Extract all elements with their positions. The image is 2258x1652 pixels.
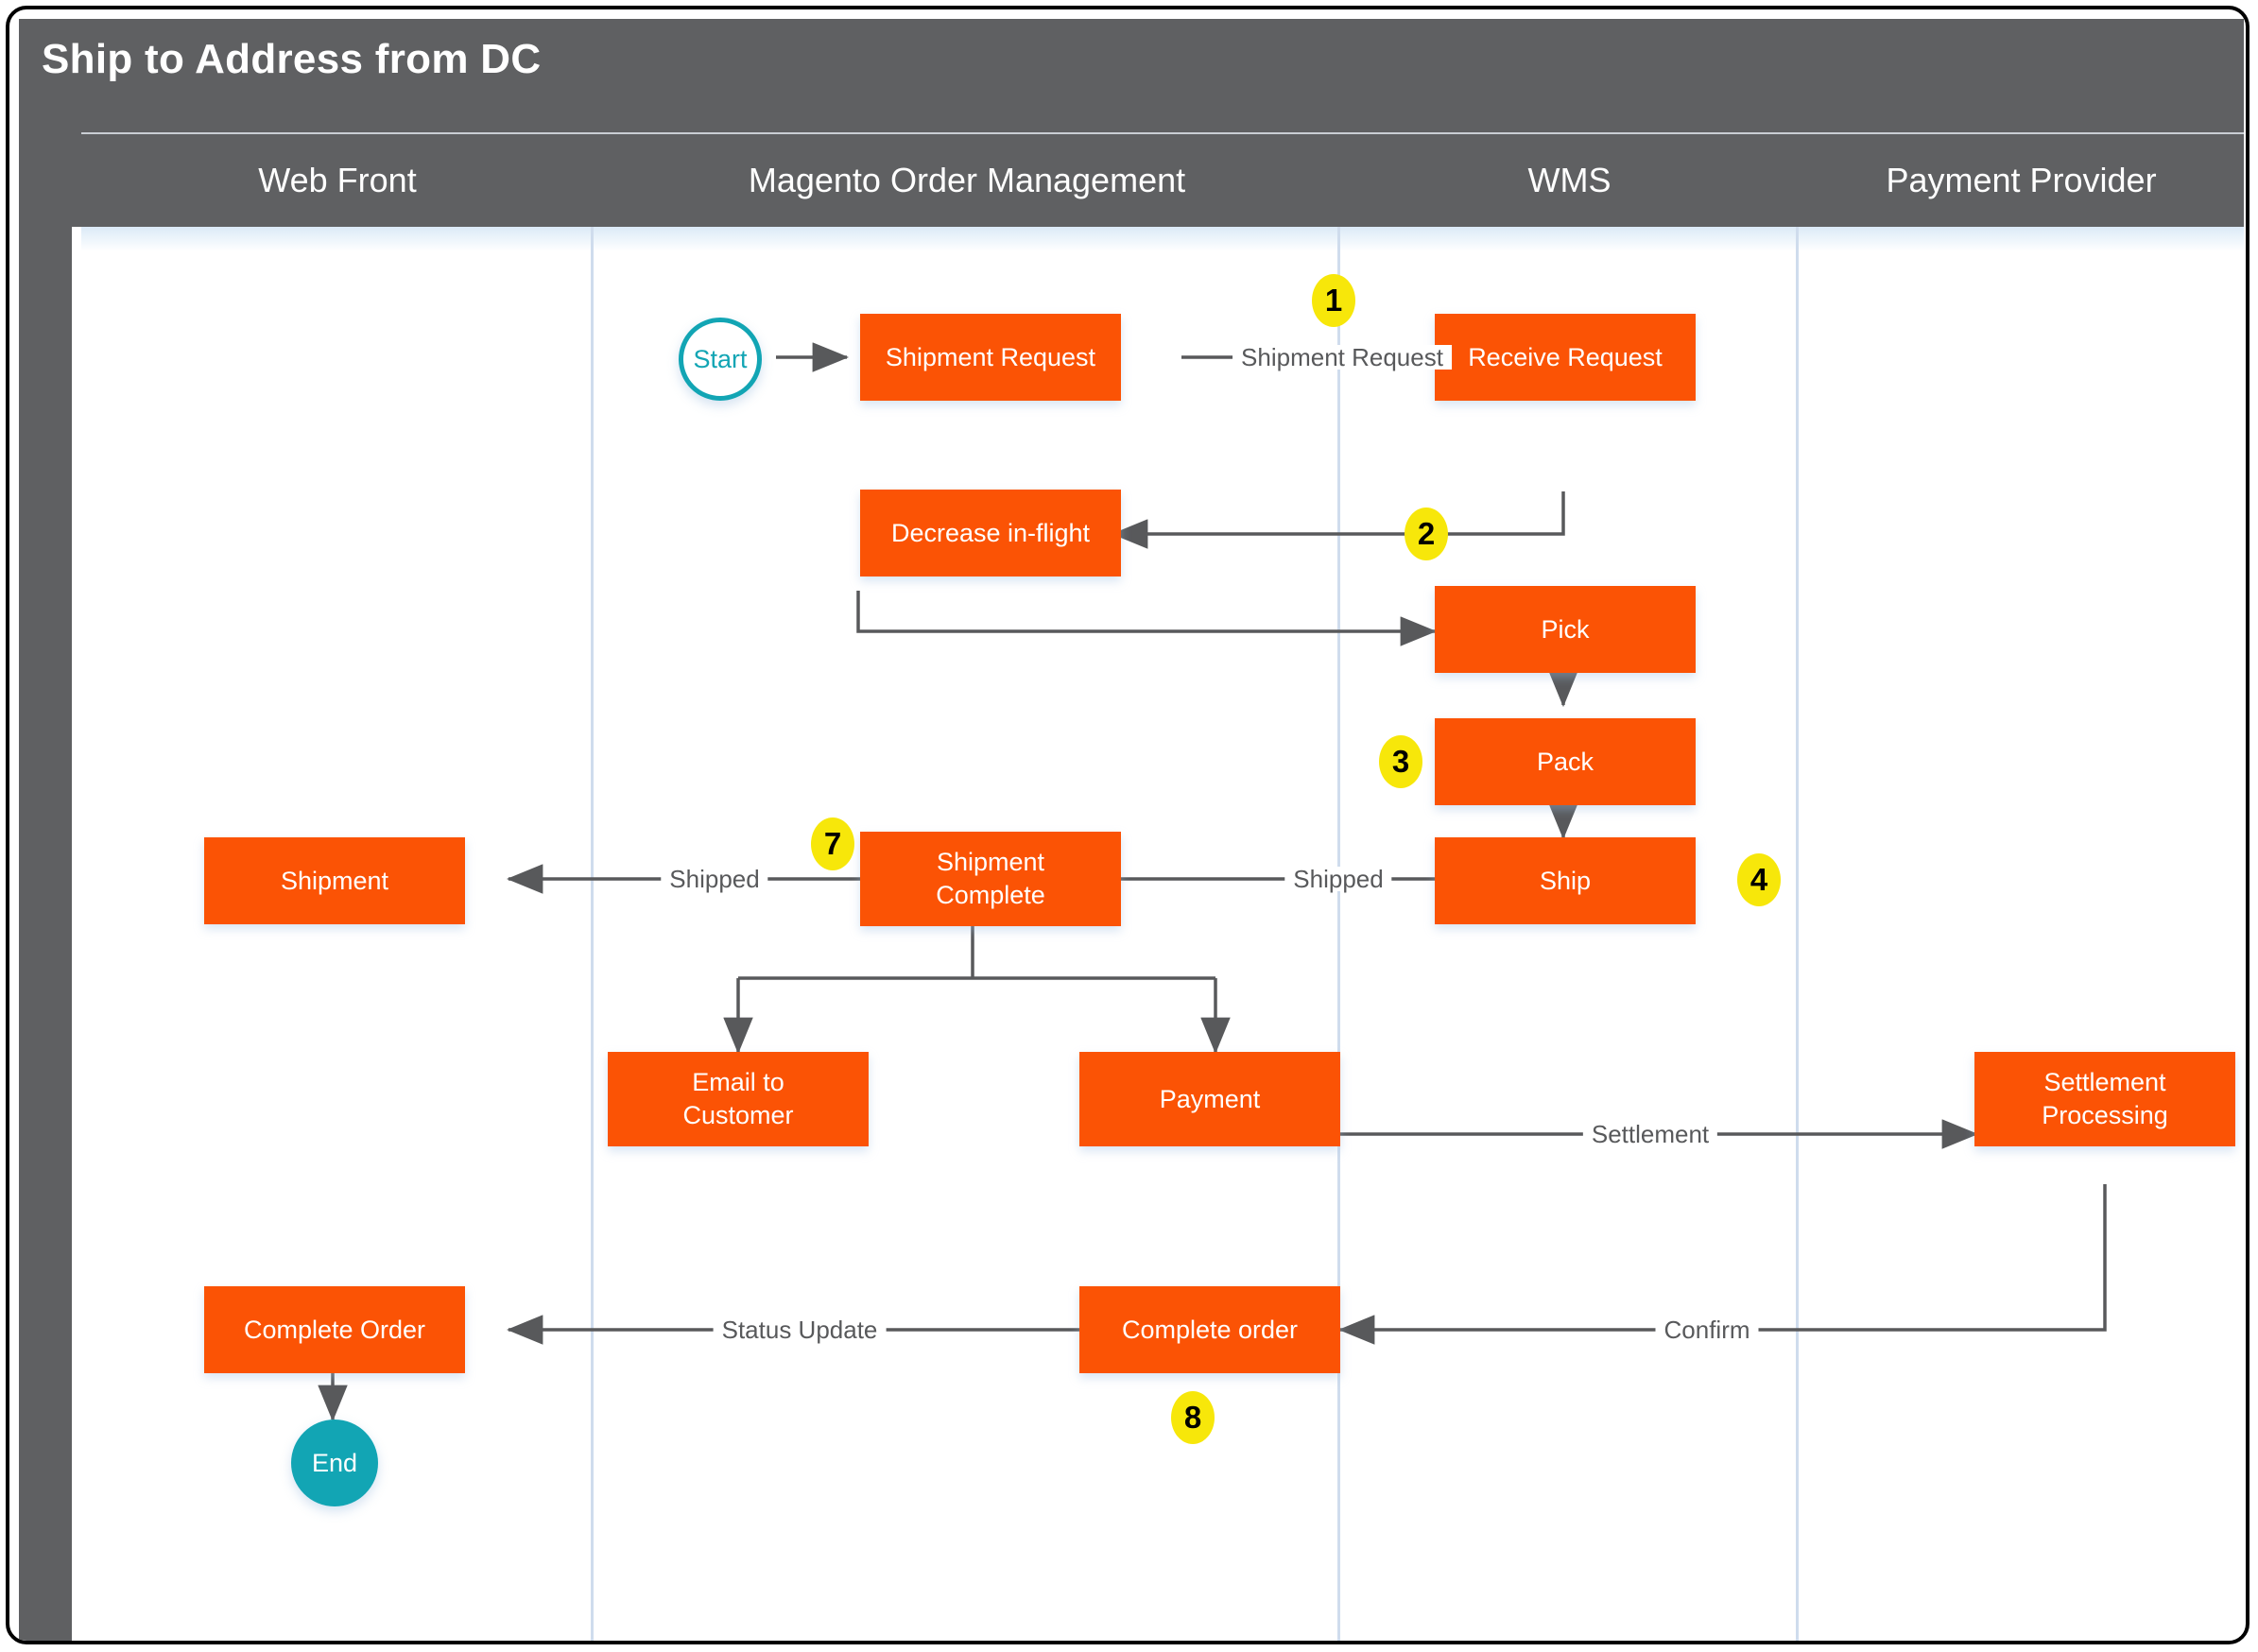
node-label: Ship <box>1539 866 1592 895</box>
node-label: Pick <box>1541 614 1590 644</box>
callout-badge-8[interactable]: 8 <box>1171 1391 1215 1444</box>
node-label-line-2: Processing <box>2042 1101 2168 1129</box>
wire-settlement-processing-to-complete-order-mom <box>1337 1184 2107 1345</box>
node-label-line-1: Email to <box>692 1068 784 1097</box>
callout-badge-4[interactable]: 4 <box>1737 853 1781 906</box>
node-label: Complete Order <box>243 1315 426 1344</box>
node-complete-order-web[interactable]: Complete Order <box>204 1286 465 1373</box>
node-label-line-2: Complete <box>936 881 1045 909</box>
node-label: Payment <box>1159 1084 1261 1113</box>
callout-badge-3[interactable]: 3 <box>1379 735 1422 788</box>
node-label: Shipment Request <box>885 342 1096 371</box>
node-label-line-1: Shipment <box>936 848 1045 877</box>
window-frame: Ship to Address from DC Web Front Magent… <box>6 6 2249 1644</box>
node-label-line-2: Customer <box>682 1101 794 1129</box>
connector-layer <box>318 342 2107 1422</box>
lane-header-label: Web Front <box>258 161 417 199</box>
node-shipment-complete[interactable]: Shipment Complete <box>860 832 1121 926</box>
lane-header-label: Payment Provider <box>1886 161 2157 199</box>
callout-badge-7[interactable]: 7 <box>811 817 854 870</box>
node-label: Receive Request <box>1468 342 1663 371</box>
callout-badge-2[interactable]: 2 <box>1405 508 1448 560</box>
node-label: Shipment <box>280 866 389 895</box>
node-email-to-customer[interactable]: Email to Customer <box>608 1052 869 1146</box>
lane-header-wms: WMS <box>1340 132 1799 227</box>
page-title: Ship to Address from DC <box>42 36 542 82</box>
edge-label-settlement: Settlement <box>1582 1122 1718 1146</box>
node-label-line-1: Settlement <box>2043 1068 2166 1097</box>
node-complete-order-mom[interactable]: Complete order <box>1079 1286 1340 1373</box>
node-label: Complete order <box>1121 1315 1299 1344</box>
wire-receive-request-to-decrease-in-flight <box>1111 491 1565 549</box>
node-end[interactable]: End <box>291 1420 378 1506</box>
node-ship[interactable]: Ship <box>1435 837 1696 924</box>
edge-label-shipped-left: Shipped <box>661 867 768 891</box>
diagram-page: Ship to Address from DC Web Front Magent… <box>0 0 2258 1652</box>
left-rail <box>19 19 72 1641</box>
edge-label-shipment-request: Shipment Request <box>1232 345 1452 370</box>
callout-badge-1[interactable]: 1 <box>1312 274 1355 327</box>
node-shipment-request[interactable]: Shipment Request <box>860 314 1121 401</box>
node-label: End <box>311 1448 358 1477</box>
node-decrease-in-flight[interactable]: Decrease in-flight <box>860 490 1121 576</box>
wire-decrease-in-flight-to-pick <box>856 591 1438 646</box>
edge-label-confirm: Confirm <box>1655 1317 1759 1342</box>
node-label: Decrease in-flight <box>890 518 1091 547</box>
node-shipment[interactable]: Shipment <box>204 837 465 924</box>
node-pick[interactable]: Pick <box>1435 586 1696 673</box>
lane-header-web-front: Web Front <box>81 132 594 227</box>
lane-header-label: WMS <box>1527 161 1612 199</box>
node-start[interactable]: Start <box>679 318 762 401</box>
edge-label-status-update: Status Update <box>713 1317 887 1342</box>
edge-label-shipped-right: Shipped <box>1284 867 1392 891</box>
lane-header-magento-order-management: Magento Order Management <box>594 132 1340 227</box>
node-payment[interactable]: Payment <box>1079 1052 1340 1146</box>
node-label: Pack <box>1536 747 1594 776</box>
lane-header-label: Magento Order Management <box>748 161 1186 199</box>
diagram-canvas: Start Shipment Request Receive Request D… <box>81 227 2244 1641</box>
node-pack[interactable]: Pack <box>1435 718 1696 805</box>
node-label: Start <box>693 344 748 373</box>
node-settlement-processing[interactable]: Settlement Processing <box>1974 1052 2235 1146</box>
lane-header-payment-provider: Payment Provider <box>1799 132 2244 227</box>
node-receive-request[interactable]: Receive Request <box>1435 314 1696 401</box>
